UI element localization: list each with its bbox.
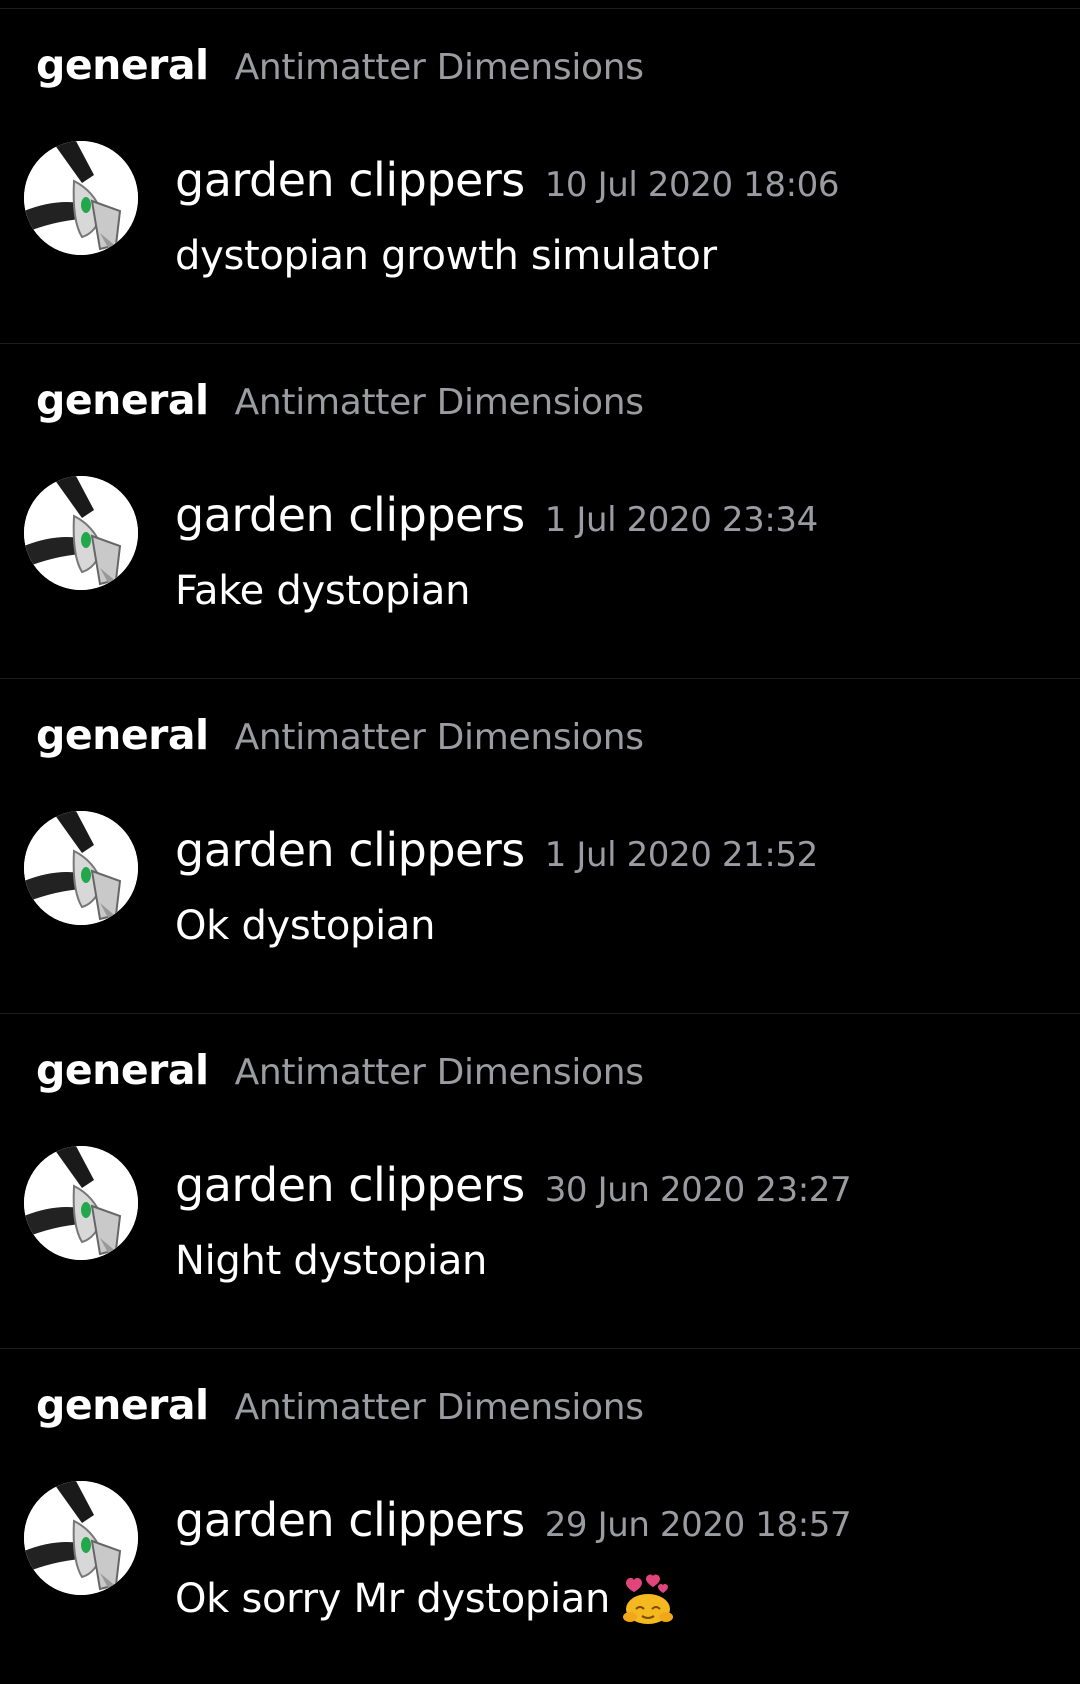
- channel-name[interactable]: general: [36, 41, 209, 89]
- message-header: garden clippers 30 Jun 2020 23:27: [175, 1158, 852, 1212]
- message-content: Fake dystopian: [175, 568, 470, 614]
- author-name[interactable]: garden clippers: [175, 488, 525, 542]
- search-result[interactable]: general Antimatter Dimensions garden cli…: [0, 1349, 1080, 1684]
- message-header: garden clippers 29 Jun 2020 18:57: [175, 1493, 852, 1547]
- author-name[interactable]: garden clippers: [175, 823, 525, 877]
- result-context: general Antimatter Dimensions: [36, 376, 644, 432]
- avatar[interactable]: [24, 476, 138, 590]
- message-content: Ok dystopian: [175, 903, 436, 949]
- result-context: general Antimatter Dimensions: [36, 41, 644, 97]
- avatar[interactable]: [24, 141, 138, 255]
- search-result[interactable]: general Antimatter Dimensions garden cli…: [0, 1014, 1080, 1349]
- timestamp: 29 Jun 2020 18:57: [544, 1505, 852, 1545]
- timestamp: 10 Jul 2020 18:06: [544, 165, 840, 205]
- author-name[interactable]: garden clippers: [175, 1158, 525, 1212]
- result-context: general Antimatter Dimensions: [36, 1046, 644, 1102]
- channel-name[interactable]: general: [36, 376, 209, 424]
- message-header: garden clippers 1 Jul 2020 21:52: [175, 823, 818, 877]
- author-name[interactable]: garden clippers: [175, 1493, 525, 1547]
- server-name: Antimatter Dimensions: [234, 1052, 644, 1093]
- hugging-hearts-emoji-icon: [620, 1573, 676, 1625]
- server-name: Antimatter Dimensions: [234, 47, 644, 88]
- result-context: general Antimatter Dimensions: [36, 711, 644, 767]
- message-text: dystopian growth simulator: [175, 233, 717, 279]
- timestamp: 30 Jun 2020 23:27: [544, 1170, 852, 1210]
- server-name: Antimatter Dimensions: [234, 1387, 644, 1428]
- result-context: general Antimatter Dimensions: [36, 1381, 644, 1437]
- timestamp: 1 Jul 2020 21:52: [544, 835, 819, 875]
- message-text: Night dystopian: [175, 1238, 488, 1284]
- message-text: Ok sorry Mr dystopian: [175, 1576, 611, 1622]
- message-text: Ok dystopian: [175, 903, 436, 949]
- search-results-list: general Antimatter Dimensions garden cli…: [0, 9, 1080, 1684]
- message-text: Fake dystopian: [175, 568, 471, 614]
- server-name: Antimatter Dimensions: [234, 717, 644, 758]
- message-content: Night dystopian: [175, 1238, 487, 1284]
- search-result[interactable]: general Antimatter Dimensions garden cli…: [0, 9, 1080, 344]
- search-result[interactable]: general Antimatter Dimensions garden cli…: [0, 679, 1080, 1014]
- author-name[interactable]: garden clippers: [175, 153, 525, 207]
- message-header: garden clippers 10 Jul 2020 18:06: [175, 153, 840, 207]
- server-name: Antimatter Dimensions: [234, 382, 644, 423]
- channel-name[interactable]: general: [36, 1381, 209, 1429]
- search-result[interactable]: general Antimatter Dimensions garden cli…: [0, 344, 1080, 679]
- message-header: garden clippers 1 Jul 2020 23:34: [175, 488, 818, 542]
- avatar[interactable]: [24, 1481, 138, 1595]
- avatar[interactable]: [24, 1146, 138, 1260]
- timestamp: 1 Jul 2020 23:34: [544, 500, 819, 540]
- channel-name[interactable]: general: [36, 711, 209, 759]
- message-content: Ok sorry Mr dystopian: [175, 1573, 676, 1625]
- avatar[interactable]: [24, 811, 138, 925]
- message-content: dystopian growth simulator: [175, 233, 717, 279]
- channel-name[interactable]: general: [36, 1046, 209, 1094]
